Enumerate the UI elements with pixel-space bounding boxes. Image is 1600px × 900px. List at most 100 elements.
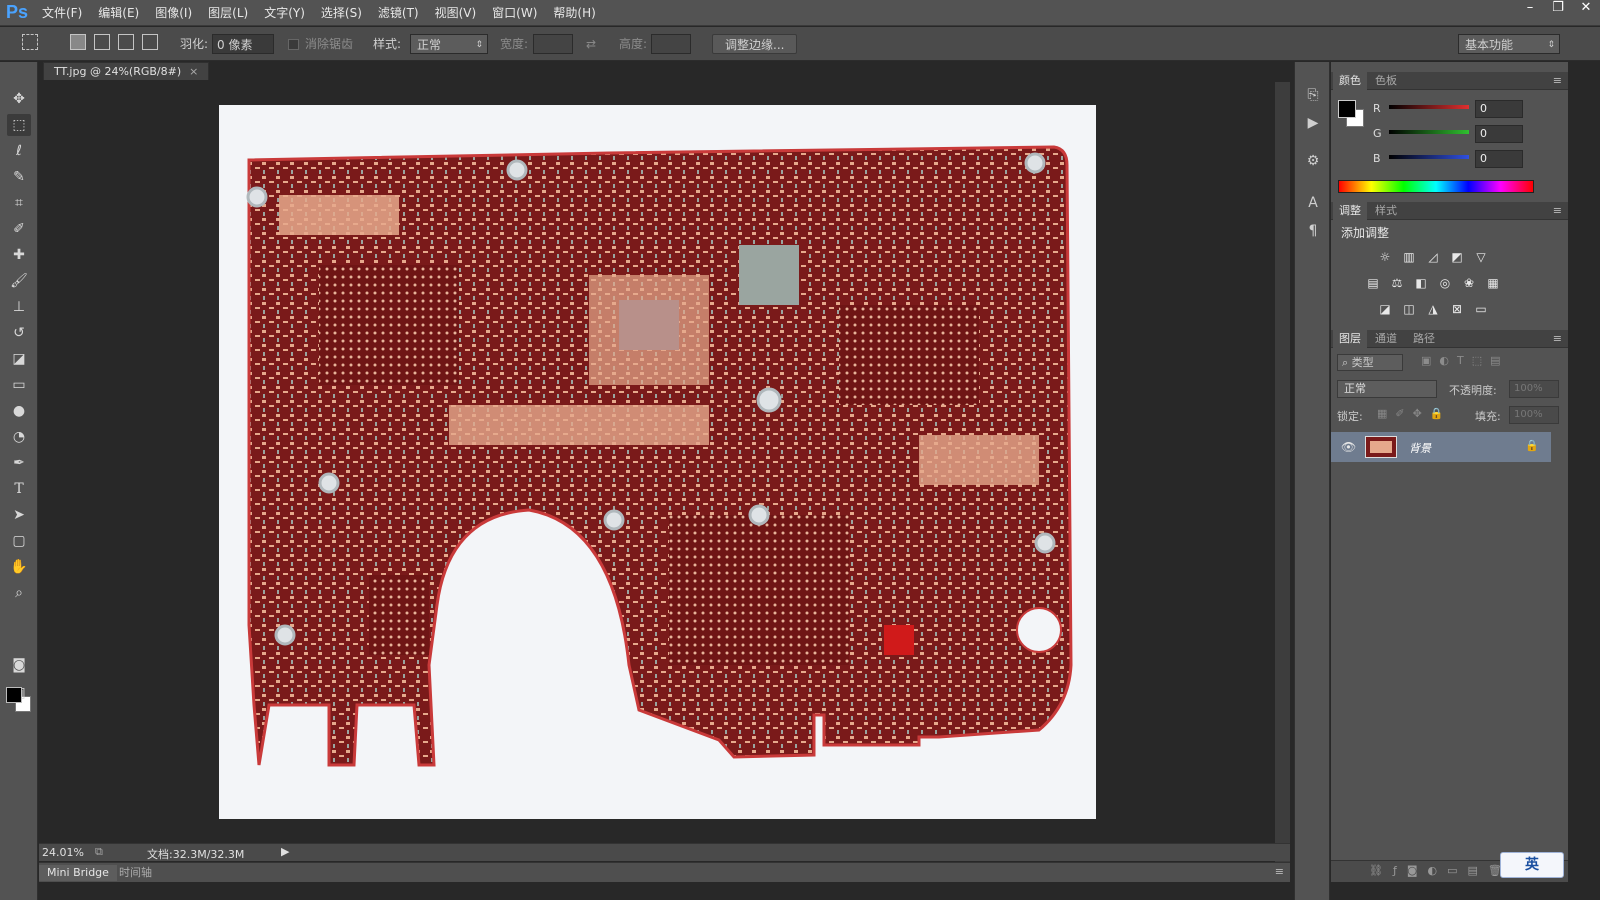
antialias-checkbox[interactable]	[288, 34, 299, 54]
photo-filter-icon[interactable]: ◎	[1437, 276, 1453, 290]
color-spectrum-bar[interactable]	[1338, 180, 1534, 193]
color-fg-swatch[interactable]	[1338, 100, 1356, 118]
layer-name[interactable]: 背景	[1409, 440, 1431, 456]
ime-indicator[interactable]: 英	[1500, 852, 1564, 878]
style-select[interactable]: 正常 ⇕	[410, 34, 488, 54]
crop-tool-icon[interactable]: ⌗	[7, 192, 31, 214]
tab-layers[interactable]: 图层	[1333, 330, 1367, 348]
eraser-tool-icon[interactable]: ◪	[7, 348, 31, 370]
tab-channels[interactable]: 通道	[1369, 330, 1403, 348]
tab-mini-bridge[interactable]: Mini Bridge	[39, 865, 117, 881]
threshold-icon[interactable]: ◮	[1425, 302, 1441, 316]
layer-row-background[interactable]: 👁 背景 🔒	[1331, 432, 1551, 462]
menu-item-5[interactable]: 选择(S)	[313, 0, 370, 26]
layer-action-icons[interactable]: ⛓ƒ◙◐▭▤🗑	[1369, 864, 1512, 877]
selective-color-icon[interactable]: ⊠	[1449, 302, 1465, 316]
history-brush-tool-icon[interactable]: ↺	[7, 322, 31, 344]
tab-color[interactable]: 颜色	[1333, 72, 1367, 90]
blend-mode-select[interactable]: 正常	[1337, 380, 1437, 398]
adjust-panel-menu-icon[interactable]: ≡	[1553, 202, 1562, 220]
export-icon[interactable]: ⧉	[95, 845, 103, 859]
blur-tool-icon[interactable]: ●	[7, 400, 31, 422]
move-tool-icon[interactable]: ✥	[7, 88, 31, 110]
healing-brush-tool-icon[interactable]: ✚	[7, 244, 31, 266]
image-canvas[interactable]	[219, 105, 1096, 819]
menu-item-2[interactable]: 图像(I)	[147, 0, 200, 26]
tab-paths[interactable]: 路径	[1407, 330, 1441, 348]
intersect-selection-icon[interactable]	[142, 34, 158, 54]
lock-icons[interactable]: ▦✐✥🔒	[1377, 407, 1452, 420]
blue-slider[interactable]	[1389, 155, 1469, 159]
lasso-tool-icon[interactable]: ℓ	[7, 140, 31, 162]
opacity-input[interactable]: 100%	[1509, 380, 1559, 398]
quick-mask-icon[interactable]: ◙	[7, 654, 31, 676]
height-input[interactable]	[651, 34, 691, 54]
pen-tool-icon[interactable]: ✒	[7, 452, 31, 474]
brush-tool-icon[interactable]: 🖌	[7, 270, 31, 292]
properties-panel-icon[interactable]: ⚙	[1301, 150, 1325, 172]
history-panel-icon[interactable]: ⎘	[1301, 84, 1325, 106]
hand-tool-icon[interactable]: ✋	[7, 556, 31, 578]
character-panel-icon[interactable]: A	[1301, 192, 1325, 214]
hue-saturation-icon[interactable]: ▤	[1365, 276, 1381, 290]
tab-adjustments[interactable]: 调整	[1333, 202, 1367, 220]
shape-tool-icon[interactable]: ▢	[7, 530, 31, 552]
paragraph-panel-icon[interactable]: ¶	[1301, 220, 1325, 242]
rect-marquee-tool-icon[interactable]: ⬚	[7, 114, 31, 136]
color-balance-icon[interactable]: ⚖	[1389, 276, 1405, 290]
bottom-panel-menu-icon[interactable]: ≡	[1275, 865, 1284, 878]
levels-icon[interactable]: ▥	[1401, 250, 1417, 264]
document-close-icon[interactable]: ×	[189, 65, 198, 78]
menu-item-9[interactable]: 帮助(H)	[545, 0, 603, 26]
exposure-icon[interactable]: ◩	[1449, 250, 1465, 264]
invert-icon[interactable]: ◪	[1377, 302, 1393, 316]
clone-stamp-tool-icon[interactable]: ⊥	[7, 296, 31, 318]
red-value-input[interactable]: 0	[1475, 100, 1523, 118]
menu-item-1[interactable]: 编辑(E)	[90, 0, 147, 26]
color-panel-menu-icon[interactable]: ≡	[1553, 72, 1562, 90]
quick-select-tool-icon[interactable]: ✎	[7, 166, 31, 188]
feather-input[interactable]: 0 像素	[212, 34, 274, 54]
workspace-select[interactable]: 基本功能 ⇕	[1458, 34, 1560, 54]
new-selection-icon[interactable]	[70, 34, 86, 54]
tab-swatches[interactable]: 色板	[1369, 72, 1403, 90]
restore-button[interactable]: ❐	[1544, 0, 1572, 18]
refine-edge-button[interactable]: 调整边缘...	[712, 34, 798, 54]
vertical-scrollbar[interactable]	[1275, 82, 1290, 862]
eye-icon[interactable]: 👁	[1341, 440, 1356, 454]
width-input[interactable]	[533, 34, 573, 54]
fill-input[interactable]: 100%	[1509, 406, 1559, 424]
actions-panel-icon[interactable]: ▶	[1301, 112, 1325, 134]
menu-item-4[interactable]: 文字(Y)	[256, 0, 313, 26]
dodge-tool-icon[interactable]: ◔	[7, 426, 31, 448]
tab-styles[interactable]: 样式	[1369, 202, 1403, 220]
path-select-tool-icon[interactable]: ➤	[7, 504, 31, 526]
layer-filter-select[interactable]: ⌕ 类型	[1337, 354, 1403, 371]
posterize-icon[interactable]: ◫	[1401, 302, 1417, 316]
green-value-input[interactable]: 0	[1475, 125, 1523, 143]
add-selection-icon[interactable]	[94, 34, 110, 54]
gradient-map-icon[interactable]: ▭	[1473, 302, 1489, 316]
layers-panel-menu-icon[interactable]: ≡	[1553, 330, 1562, 348]
zoom-level[interactable]: 24.01%	[42, 846, 84, 859]
menu-item-3[interactable]: 图层(L)	[200, 0, 256, 26]
status-menu-arrow-icon[interactable]: ▶	[281, 845, 289, 858]
close-button[interactable]: ✕	[1572, 0, 1600, 18]
layer-filter-icons[interactable]: ▣◐T⬚▤	[1421, 354, 1509, 367]
zoom-tool-icon[interactable]: ⌕	[7, 582, 31, 604]
vibrance-icon[interactable]: ▽	[1473, 250, 1489, 264]
green-slider[interactable]	[1389, 130, 1469, 134]
document-tab[interactable]: TT.jpg @ 24%(RGB/8#) ×	[43, 62, 210, 80]
channel-mixer-icon[interactable]: ❀	[1461, 276, 1477, 290]
eyedropper-tool-icon[interactable]: ✐	[7, 218, 31, 240]
type-tool-icon[interactable]: T	[7, 478, 31, 500]
swap-icon[interactable]: ⇄	[586, 34, 596, 54]
menu-item-7[interactable]: 视图(V)	[427, 0, 485, 26]
red-slider[interactable]	[1389, 105, 1469, 109]
menu-item-8[interactable]: 窗口(W)	[484, 0, 545, 26]
curves-icon[interactable]: ◿	[1425, 250, 1441, 264]
gradient-tool-icon[interactable]: ▭	[7, 374, 31, 396]
subtract-selection-icon[interactable]	[118, 34, 134, 54]
brightness-icon[interactable]: ☼	[1377, 250, 1393, 264]
minimize-button[interactable]: –	[1516, 0, 1544, 18]
